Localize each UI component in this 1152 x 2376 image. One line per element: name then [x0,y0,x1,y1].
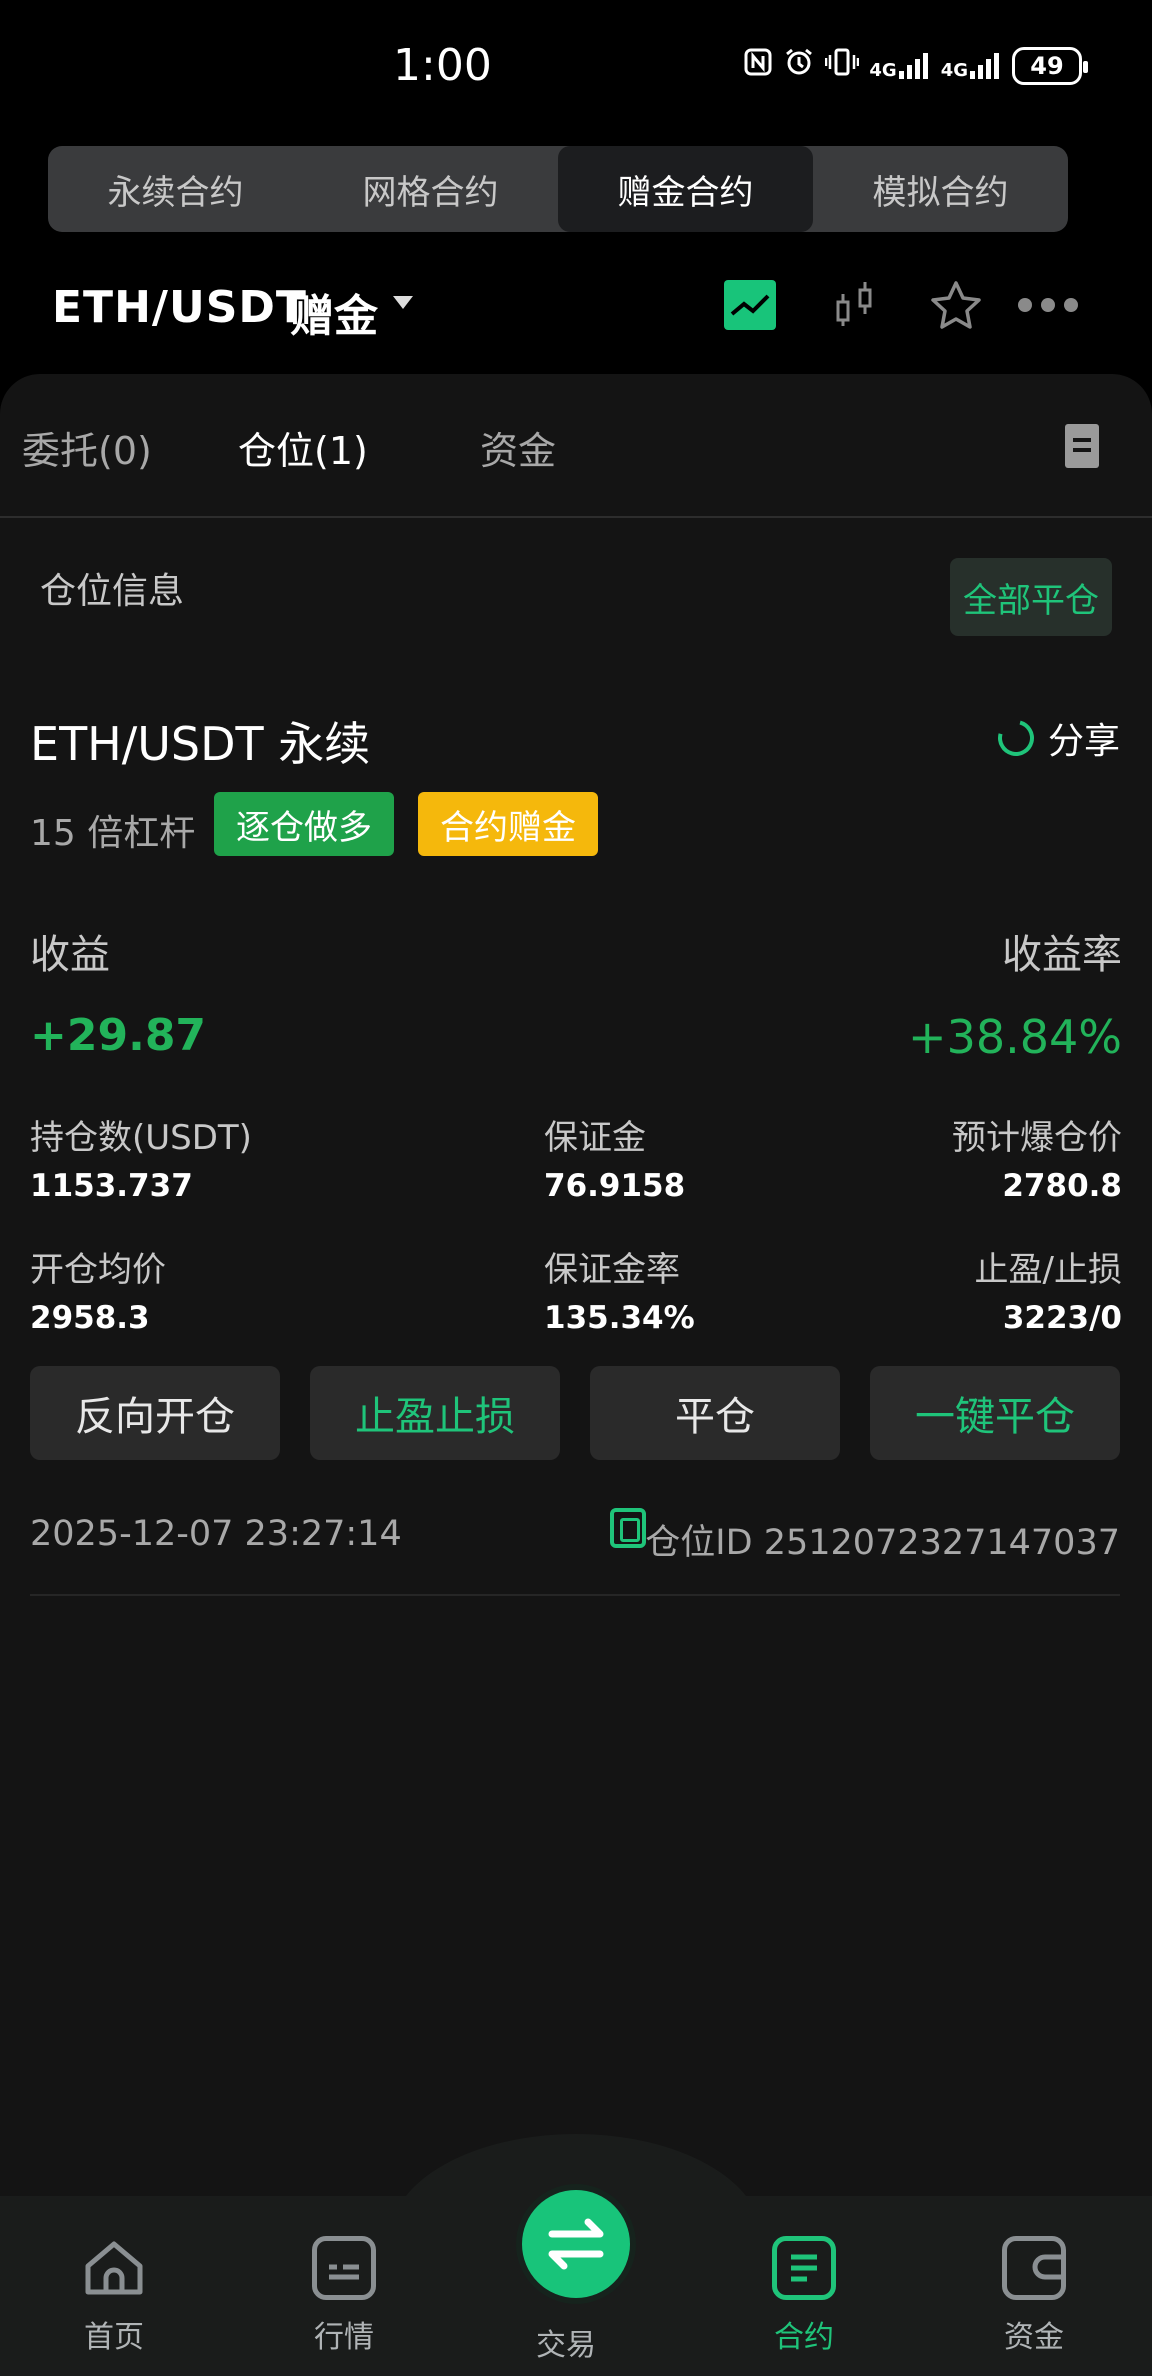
pnl-label: 收益 [30,932,110,978]
caret-down-icon[interactable] [393,296,413,309]
bonus-badge: 合约赠金 [418,792,598,856]
home-icon [82,2236,146,2300]
trade-button[interactable] [522,2190,630,2298]
nav-trade-label[interactable]: 交易 [536,2320,596,2364]
share-label: 分享 [1047,721,1120,762]
size-value: 1153.737 [30,1168,193,1204]
entry-price-label: 开仓均价 [30,1250,166,1290]
tab-funds[interactable]: 资金 [480,420,556,475]
share-icon [991,713,1041,763]
tab-grid[interactable]: 网格合约 [303,146,558,232]
tab-positions[interactable]: 仓位(1) [238,420,368,475]
nav-home[interactable]: 首页 [34,2236,194,2356]
battery-icon: 49 [1012,47,1088,85]
position-time: 2025-12-07 23:27:14 [30,1514,402,1554]
market-icon [312,2236,376,2300]
side-badge: 逐仓做多 [214,792,394,856]
more-icon[interactable] [1018,290,1088,320]
contract-icon [772,2236,836,2300]
liq-price-label: 预计爆仓价 [952,1118,1122,1158]
pnl-value: +29.87 [30,1010,207,1061]
nav-assets-label: 资金 [1004,2320,1064,2355]
copy-icon[interactable] [610,1508,646,1548]
liq-price-value: 2780.8 [1002,1168,1122,1204]
tpsl-value: 3223/0 [1002,1300,1122,1336]
nav-contract[interactable]: 合约 [724,2236,884,2356]
tab-demo[interactable]: 模拟合约 [813,146,1068,232]
leverage-text: 15 倍杠杆 [30,813,196,854]
margin-label: 保证金 [544,1118,646,1158]
share-button[interactable]: 分享 [991,712,1120,764]
symbol-selector[interactable]: ETH/USDT [52,282,307,333]
divider [30,1594,1120,1596]
size-label: 持仓数(USDT) [30,1118,252,1158]
quick-close-button[interactable]: 一键平仓 [870,1366,1120,1460]
reverse-open-button[interactable]: 反向开仓 [30,1366,280,1460]
tpsl-label: 止盈/止损 [974,1250,1122,1290]
swap-icon [548,2218,604,2270]
nav-market[interactable]: 行情 [264,2236,424,2356]
status-time: 1:00 [393,40,492,91]
pnl-rate-label: 收益率 [1002,932,1122,978]
section-title: 仓位信息 [40,571,185,612]
signal-label: 4G [869,60,897,81]
status-icons: 4G 4G 49 [743,46,1088,86]
tpsl-button[interactable]: 止盈止损 [310,1366,560,1460]
vibrate-icon [825,47,860,85]
nav-home-label: 首页 [84,2320,144,2355]
alarm-icon [783,46,815,86]
4g-signal-icon: 4G [869,51,930,81]
position-symbol: ETH/USDT 永续 [30,717,371,771]
4g-signal-icon: 4G [941,51,1002,81]
candlestick-icon[interactable] [830,280,880,332]
tab-bonus[interactable]: 赠金合约 [558,146,813,232]
close-all-button[interactable]: 全部平仓 [950,558,1112,636]
nav-contract-label: 合约 [774,2320,834,2355]
close-position-button[interactable]: 平仓 [590,1366,840,1460]
entry-price-value: 2958.3 [30,1300,150,1336]
pnl-rate-value: +38.84% [908,1010,1122,1064]
sub-tab-bar [0,374,1152,518]
margin-rate-value: 135.34% [544,1300,695,1336]
margin-rate-label: 保证金率 [544,1250,680,1290]
wallet-icon [1002,2236,1066,2300]
margin-value: 76.9158 [544,1168,686,1204]
nfc-icon [743,47,773,85]
contract-type-tabs: 永续合约 网格合约 赠金合约 模拟合约 [48,146,1068,232]
nav-market-label: 行情 [314,2320,374,2355]
symbol-tag[interactable]: 赠金 [290,280,378,344]
nav-assets[interactable]: 资金 [954,2236,1114,2356]
tab-orders[interactable]: 委托(0) [22,420,152,475]
position-id: 仓位ID 2512072327147037 [645,1523,1120,1563]
line-chart-icon[interactable] [724,280,776,330]
tab-perpetual[interactable]: 永续合约 [48,146,303,232]
document-icon[interactable] [1065,424,1099,468]
star-icon[interactable] [928,278,984,334]
signal-label: 4G [940,60,968,81]
